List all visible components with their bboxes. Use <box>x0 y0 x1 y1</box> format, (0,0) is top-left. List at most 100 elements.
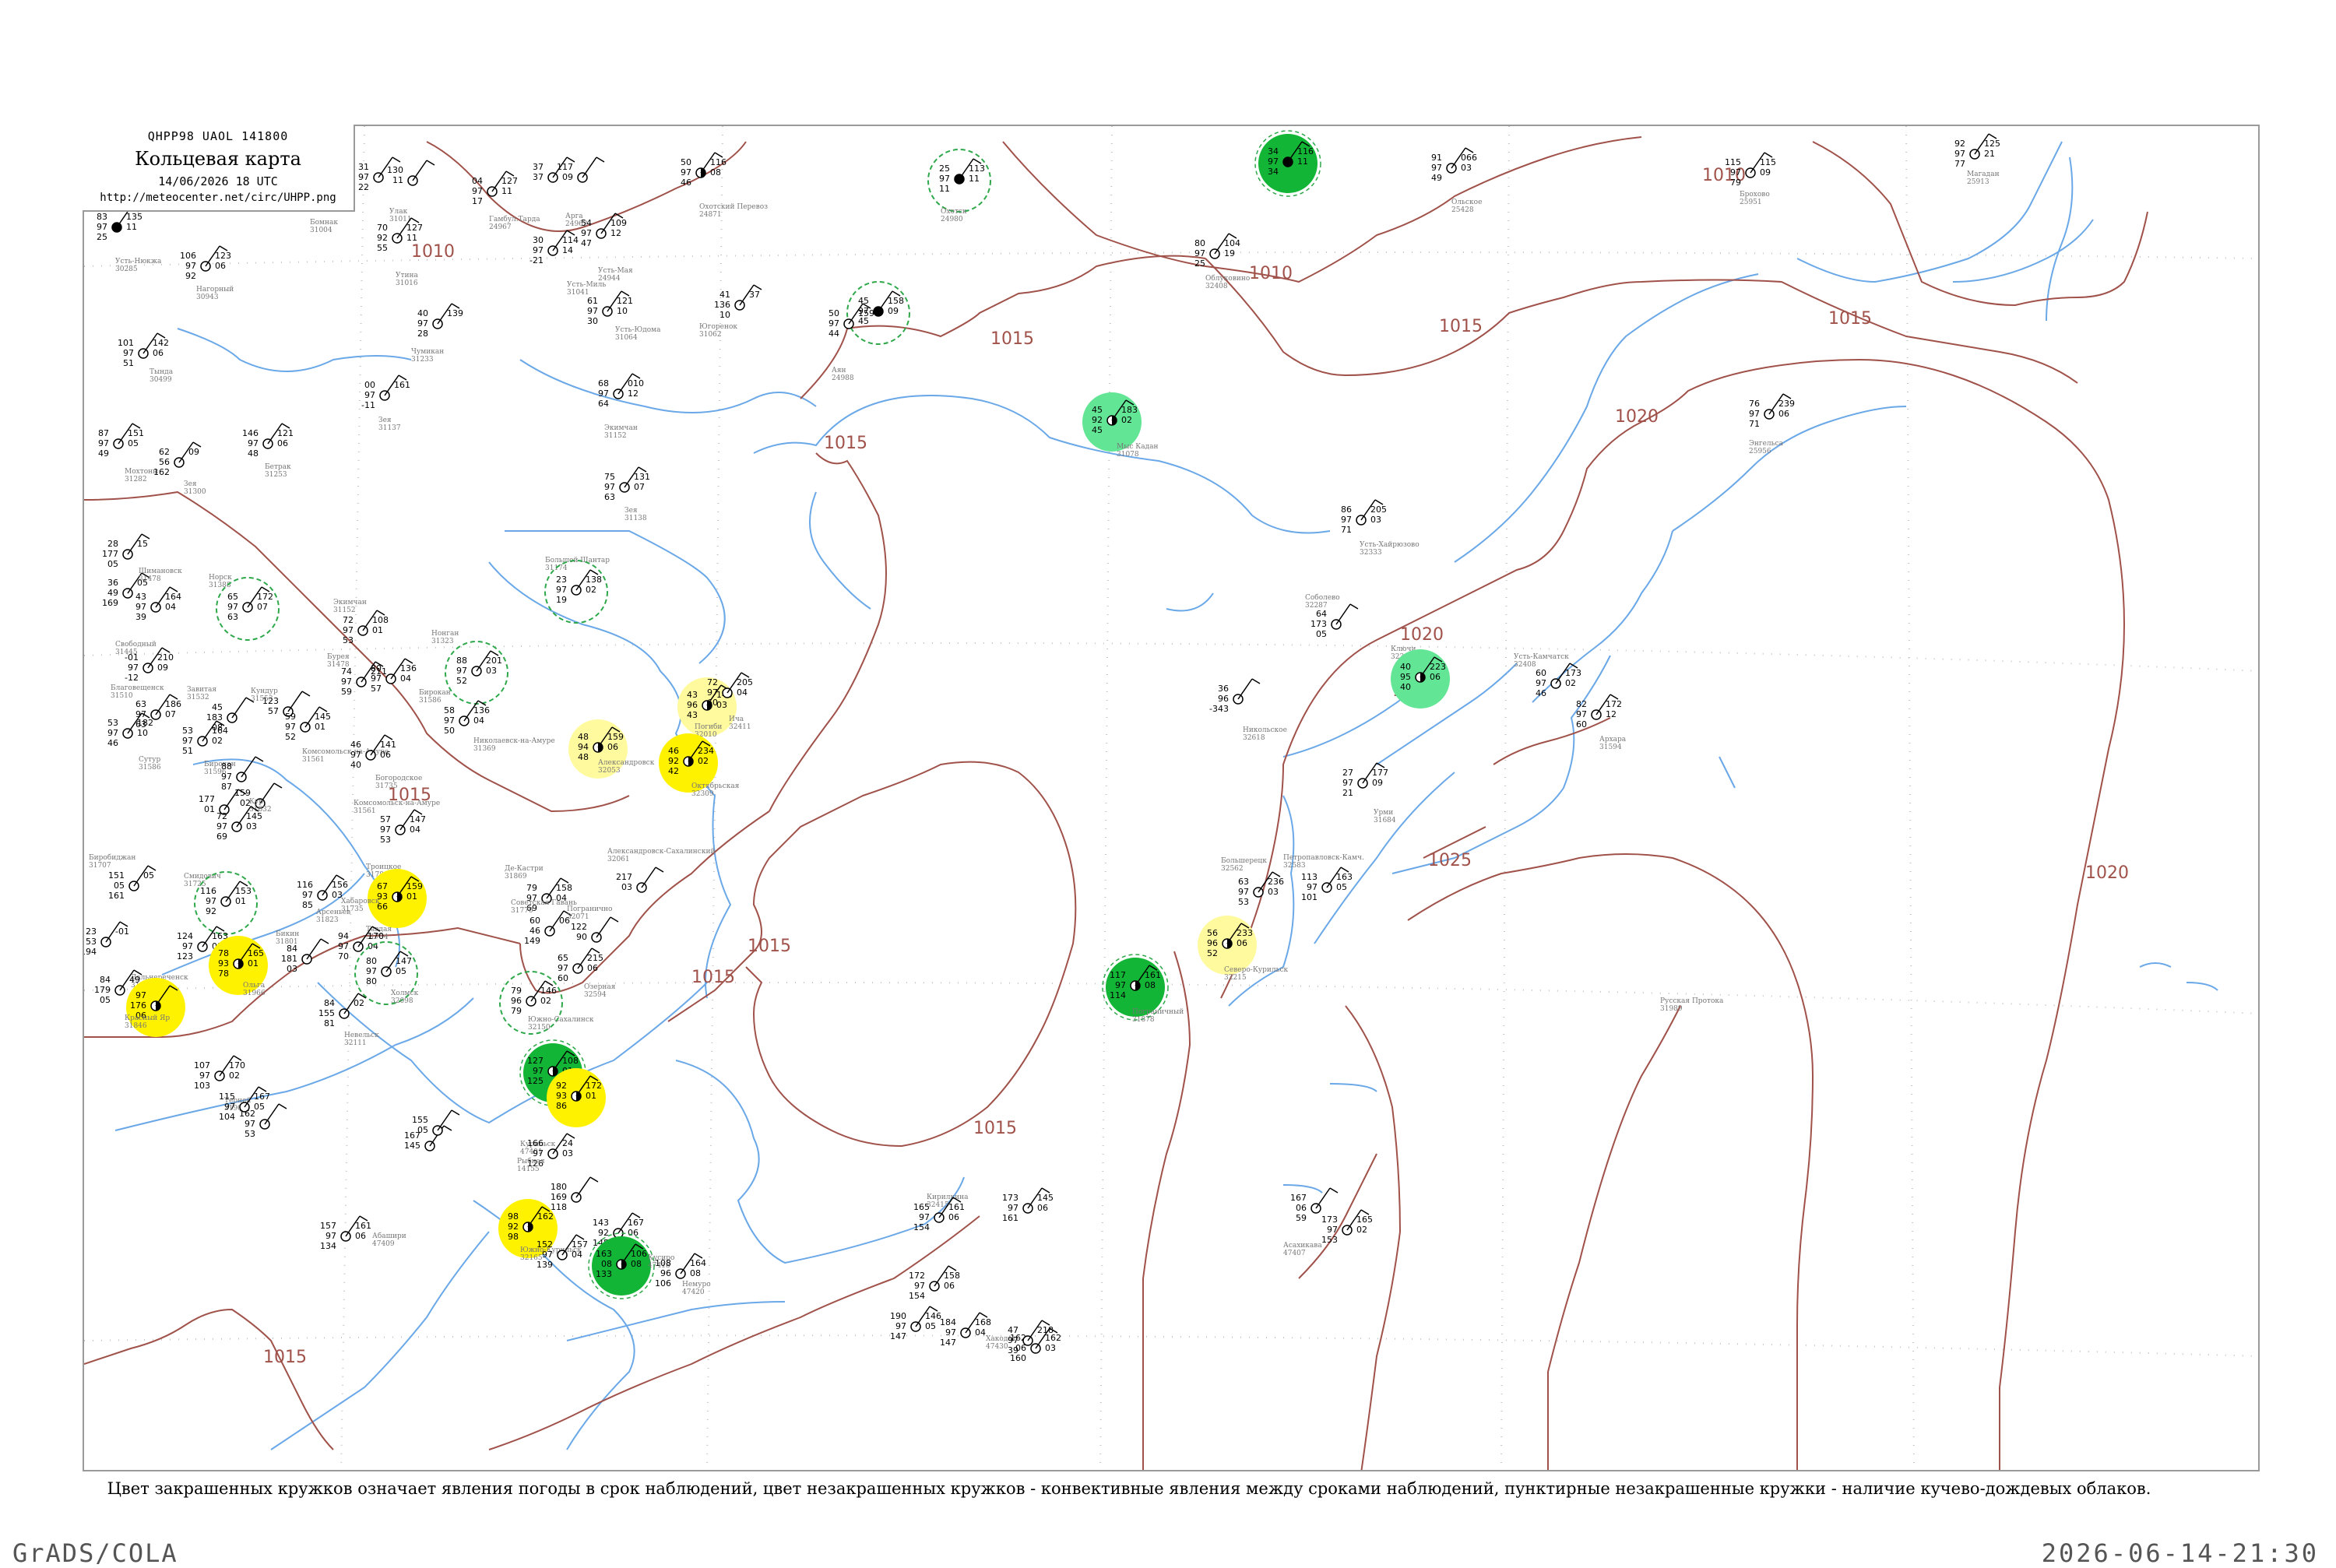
station[interactable]: Шимановск31478 <box>139 568 182 583</box>
station[interactable]: 809725 10419 <box>1194 233 1240 269</box>
station[interactable]: Бирокан31586 <box>419 689 451 705</box>
station[interactable]: Абашири47409 <box>372 1232 406 1248</box>
station[interactable]: 509746 11608 <box>681 152 726 188</box>
station[interactable]: Рыбная14155 <box>517 1157 545 1173</box>
station[interactable]: Усть-Миль31041 <box>567 281 606 297</box>
station[interactable]: Экимчан31152 <box>333 599 367 614</box>
station[interactable]: 439739 16404 <box>135 586 181 622</box>
station[interactable]: Бомнак31004 <box>310 219 338 234</box>
station[interactable]: Аян24988 <box>832 367 854 382</box>
station[interactable]: Нагорный30943 <box>196 286 234 301</box>
station[interactable]: 1469748 12106 <box>242 423 294 459</box>
station[interactable]: 1630813310608 <box>588 1232 655 1299</box>
station[interactable]: 279721 17709 <box>1342 762 1388 798</box>
station[interactable]: 15297139 15704 <box>537 1234 588 1270</box>
station[interactable]: 4113610 37 <box>714 284 762 320</box>
station[interactable]: 729753 10801 <box>343 610 389 645</box>
station[interactable]: 639753 23603 <box>1238 871 1284 907</box>
station[interactable]: Магадан25913 <box>1967 171 2000 186</box>
station[interactable]: 17297154 15806 <box>909 1265 960 1301</box>
station[interactable]: 759763 13107 <box>604 466 650 502</box>
station[interactable]: Комсомольск-на-Амуре31561 <box>354 800 440 815</box>
station[interactable]: Утина31016 <box>396 272 418 287</box>
station[interactable]: Асахикава47407 <box>1283 1242 1322 1257</box>
station[interactable]: 13011 <box>387 160 435 186</box>
station[interactable]: Усть-Юдома31064 <box>615 326 661 342</box>
station[interactable]: 769771 23906 <box>1749 393 1795 429</box>
station[interactable]: Архара31594 <box>1599 736 1627 751</box>
station[interactable]: 8418103 <box>281 938 329 974</box>
station[interactable]: -0197-12 21009 <box>125 647 174 683</box>
station[interactable]: Урми31684 <box>1374 809 1396 824</box>
station[interactable]: 180169118 <box>551 1176 599 1212</box>
station[interactable]: 619730 12110 <box>587 290 633 326</box>
station[interactable]: 604614906 <box>524 910 572 946</box>
station[interactable]: Южно-Сахалинск32150 <box>528 1016 594 1032</box>
station[interactable]: 889752 20103 <box>445 641 508 705</box>
station[interactable]: Немуро47420 <box>682 1281 711 1296</box>
station[interactable]: 3097-21 11414 <box>529 230 579 265</box>
station[interactable]: 589750 13604 <box>444 700 490 736</box>
station[interactable]: 599752 14501 <box>285 706 331 742</box>
station[interactable]: Охотск24980 <box>941 208 967 223</box>
station[interactable]: Биробиджан31707 <box>89 853 135 870</box>
station[interactable]: Облуковино32408 <box>1205 274 1250 290</box>
station[interactable]: 10797103 17002 <box>194 1055 245 1091</box>
station[interactable]: 17397161 14506 <box>1002 1187 1054 1223</box>
station[interactable]: Энгельса25956 <box>1749 440 1784 455</box>
station[interactable]: Озерная32594 <box>584 983 616 999</box>
station[interactable]: 21703 <box>616 867 664 893</box>
station[interactable]: Большерецк32562 <box>1221 857 1267 873</box>
station[interactable]: Ольское25428 <box>1451 199 1482 214</box>
station[interactable]: Николаевск-на-Амуре31369 <box>473 737 555 753</box>
station[interactable]: 79976915804 <box>526 877 572 913</box>
station[interactable]: 8415581 02 <box>318 993 367 1028</box>
station[interactable]: 689764 01012 <box>598 373 644 409</box>
station[interactable]: Нонган31323 <box>431 630 459 645</box>
station[interactable]: Зея31137 <box>378 417 401 432</box>
station[interactable]: 25971111311 <box>927 149 991 213</box>
station[interactable]: Невельск32111 <box>344 1032 379 1047</box>
station[interactable]: Никольское32618 <box>1243 726 1287 742</box>
station[interactable]: Северо-Курильск32215 <box>1224 966 1289 982</box>
station[interactable]: Де-Кастри31869 <box>505 865 544 881</box>
station[interactable]: 409540 22306 <box>1391 649 1450 708</box>
station[interactable]: 729769 14503 <box>216 806 262 842</box>
station[interactable]: Соболево32287 <box>1305 593 1340 610</box>
station[interactable]: Большой Шантар31174 <box>545 557 610 572</box>
station[interactable]: 549747 10912 <box>581 213 627 248</box>
map-canvas[interactable]: 1010 1010 1010 1015 1015 1015 1015 1015 … <box>84 126 2260 1471</box>
station[interactable]: Усть-Нюкжа30285 <box>115 258 162 273</box>
station[interactable]: 115977911509 <box>1725 152 1776 188</box>
station[interactable]: 579753 14704 <box>380 809 426 845</box>
station[interactable]: 659760 21506 <box>558 947 603 983</box>
station[interactable]: 1510516105 <box>108 865 157 901</box>
station[interactable]: Чумикан31233 <box>411 348 444 364</box>
station[interactable]: Бетрак31253 <box>265 463 291 479</box>
station[interactable]: Пограничный31878 <box>1132 1008 1184 1024</box>
station[interactable]: 879749 15105 <box>98 423 144 459</box>
station[interactable]: Экимчан31152 <box>604 424 638 440</box>
station[interactable]: 809757 13604 <box>371 658 417 694</box>
station[interactable]: 919749 06603 <box>1431 147 1477 183</box>
station[interactable]: 15505 <box>412 1109 460 1136</box>
station[interactable]: 929777 12521 <box>1954 133 2000 169</box>
station[interactable]: Петропавловск-Камч.32583 <box>1283 854 1364 870</box>
station[interactable]: 6417305 <box>1310 603 1359 639</box>
station[interactable]: 609746 17302 <box>1536 663 1581 698</box>
station[interactable]: Завитая31532 <box>187 686 216 701</box>
station[interactable]: Брохово25951 <box>1740 191 1770 206</box>
source-url[interactable]: http://meteocenter.net/circ/UHPP.png <box>83 192 354 204</box>
station[interactable]: 539751 16402 <box>182 720 228 756</box>
station[interactable]: 829760 17212 <box>1576 694 1622 730</box>
station[interactable]: 2817705 15 <box>102 533 150 569</box>
station[interactable]: 869771 20503 <box>1341 499 1387 535</box>
station[interactable]: Усть-Камчатск32408 <box>1514 653 1569 669</box>
station[interactable]: 11397101 16305 <box>1301 867 1353 902</box>
station[interactable]: 469740 14106 <box>350 734 396 770</box>
station[interactable]: Зея31300 <box>184 480 206 496</box>
station[interactable]: 15797134 16106 <box>320 1215 371 1251</box>
station[interactable]: 929386 17201 <box>547 1068 606 1127</box>
station[interactable]: Погранично32071 <box>567 905 612 921</box>
station[interactable]: Тында30499 <box>150 368 174 384</box>
